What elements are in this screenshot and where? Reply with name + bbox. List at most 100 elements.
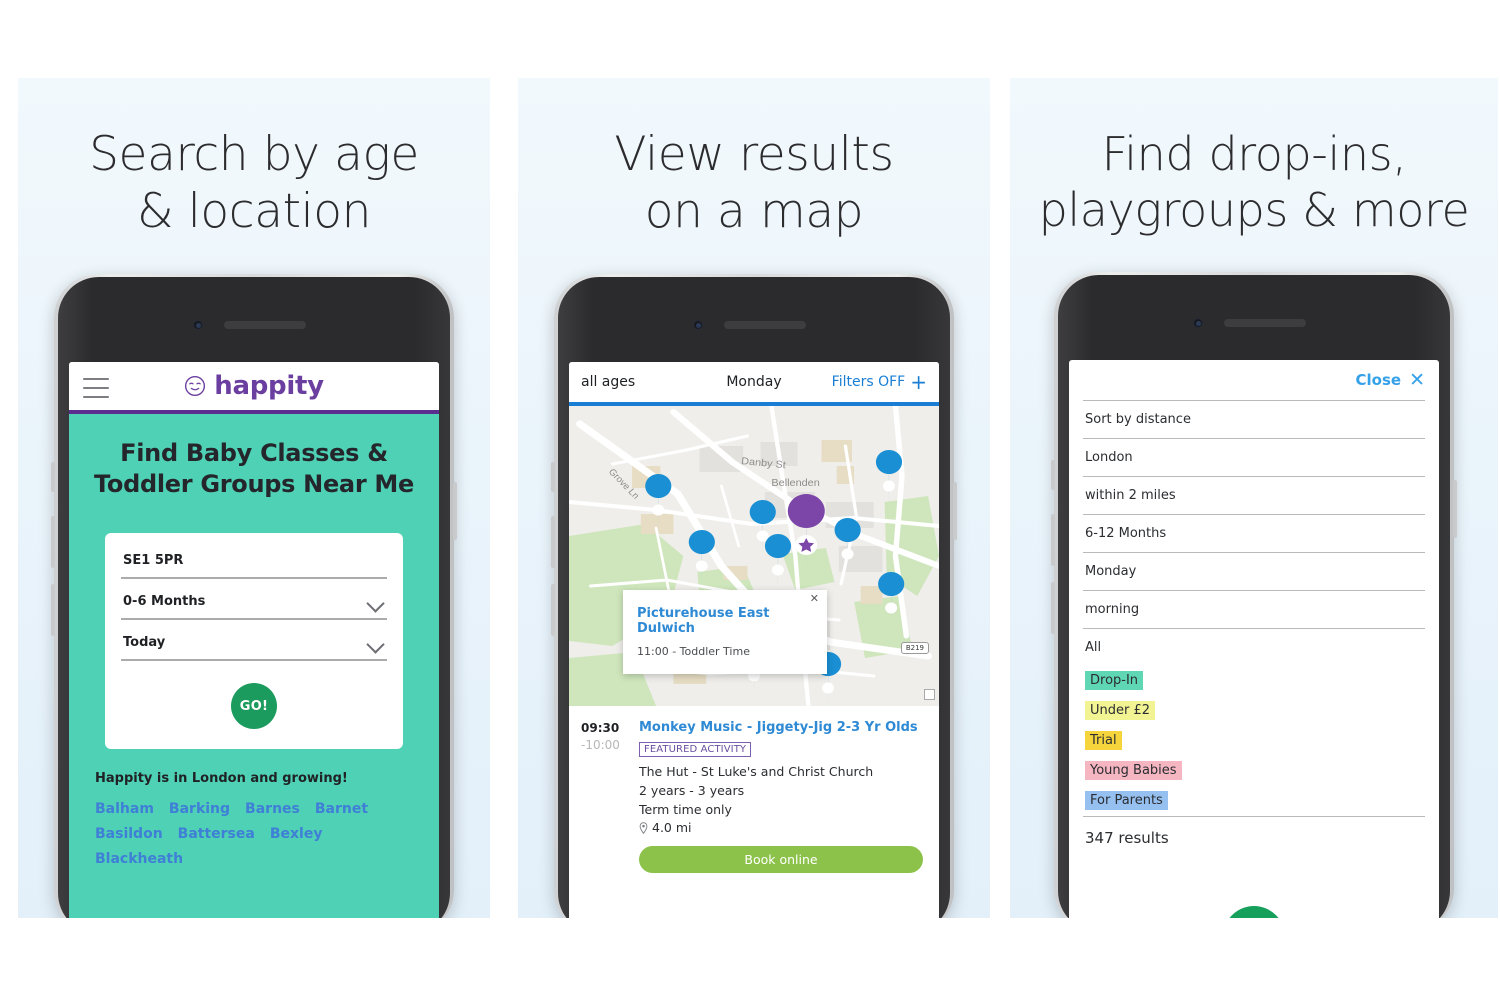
tab-all-ages[interactable]: all ages [581,374,696,390]
volume-up-button [51,516,55,568]
map-corner-control[interactable] [924,689,935,700]
phone-screen-home: happity Find Baby Classes & Toddler Grou… [69,362,439,918]
close-x-icon[interactable]: ✕ [810,594,819,605]
mute-switch [1051,460,1055,490]
floating-action-button[interactable] [1223,906,1285,918]
filter-tag-row[interactable]: For Parents [1083,786,1425,816]
volume-down-button [51,584,55,636]
panel-2-heading: View results on a map [614,127,894,240]
location-link[interactable]: Blackheath [95,849,183,870]
mute-switch [51,462,55,492]
hero-section: Find Baby Classes & Toddler Groups Near … [69,414,439,918]
map-pin-selected [787,494,825,570]
distance-value: 4.0 mi [652,820,692,835]
map-pin [878,572,905,626]
close-filters-button[interactable]: Close ✕ [1083,360,1425,400]
filter-row[interactable]: morning [1083,590,1425,628]
filter-row[interactable]: All [1083,628,1425,666]
phone-screen-map-results: all ages Monday Filters OFF + Grove Ln D… [569,362,939,918]
listing-title-link[interactable]: Monkey Music - Jiggety-Jig 2-3 Yr Olds [639,720,927,735]
filters-label: Filters OFF [831,374,906,390]
map-view[interactable]: Grove Ln Danby St Bellenden ✕ Picturehou… [569,406,939,706]
phone-mockup-2: all ages Monday Filters OFF + Grove Ln D… [551,274,957,918]
filter-row[interactable]: London [1083,438,1425,476]
phone-mockup-1: happity Find Baby Classes & Toddler Grou… [51,274,457,918]
listing-ages: 2 years - 3 years [639,783,745,798]
popup-title: Picturehouse East Dulwich [637,606,770,636]
filter-row[interactable]: within 2 miles [1083,476,1425,514]
volume-down-button [1051,582,1055,634]
filter-tag-row[interactable]: Under £2 [1083,696,1425,726]
filter-tag-row[interactable]: Trial [1083,726,1425,756]
listing-distance: 4.0 mi [639,820,927,835]
filter-tags-list: Drop-In Under £2 Trial Young Babies For Pare… [1083,666,1425,816]
chevron-down-icon [368,597,383,606]
day-value: Today [123,635,166,651]
filter-tag-row[interactable]: Young Babies [1083,756,1425,786]
volume-up-button [1051,514,1055,566]
app-store-screenshot-set: Search by age & location happity Find Ba… [0,0,1500,1000]
happity-baby-face-icon [184,375,206,397]
location-link[interactable]: Barnet [315,799,368,820]
hero-title: Find Baby Classes & Toddler Groups Near … [94,439,414,498]
age-value: 0-6 Months [123,594,206,610]
panel-1-heading: Search by age & location [89,127,419,240]
power-button [1453,480,1457,538]
chevron-down-icon [368,638,383,647]
happity-logo[interactable]: happity [184,371,324,401]
age-select-row[interactable]: 0-6 Months [121,588,387,621]
filter-row[interactable]: Sort by distance [1083,400,1425,438]
phone-screen-filters: Close ✕ Sort by distance London within 2 m… [1069,360,1439,918]
volume-down-button [551,584,555,636]
time-start: 09:30 [581,721,620,735]
earpiece-speaker [724,321,806,329]
filter-tag[interactable]: Under £2 [1085,701,1156,720]
filter-tag-row[interactable]: Drop-In [1083,666,1425,696]
filters-panel: Close ✕ Sort by distance London within 2 m… [1069,360,1439,918]
location-link[interactable]: Barnes [245,799,300,820]
map-pin-icon [639,821,648,834]
location-link[interactable]: Bexley [270,824,323,845]
location-links-list: Balham Barking Barnes Barnet Basildon Batters… [95,799,413,870]
go-button[interactable]: GO! [231,683,277,730]
app-top-bar: happity [69,362,439,414]
tab-filters[interactable]: Filters OFF + [812,372,927,392]
day-select-row[interactable]: Today [121,629,387,662]
book-online-button[interactable]: Book online [639,846,923,873]
filter-row[interactable]: Monday [1083,552,1425,590]
panel-view-results-on-map: View results on a map all ages Monday Fi… [518,78,990,918]
hamburger-menu-icon[interactable] [83,378,109,398]
postcode-input-row[interactable]: SE1 5PR [121,547,387,580]
front-camera-icon [193,320,203,330]
location-link[interactable]: Basildon [95,824,163,845]
filter-rows-list: Sort by distance London within 2 miles 6-12… [1083,400,1425,666]
filter-tag[interactable]: For Parents [1085,791,1168,810]
listing-venue: The Hut - St Luke's and Christ Church [639,764,874,779]
filter-tag[interactable]: Drop-In [1085,671,1144,690]
front-camera-icon [1193,318,1203,328]
close-label: Close [1355,371,1402,389]
filter-tab-bar: all ages Monday Filters OFF + [569,362,939,406]
listing-time: 09:30 -10:00 [581,720,629,873]
close-x-icon: ✕ [1409,368,1425,391]
front-camera-icon [693,320,703,330]
listing-term: Term time only [639,802,732,817]
panel-search-by-age: Search by age & location happity Find Ba… [18,78,490,918]
filter-row[interactable]: 6-12 Months [1083,514,1425,552]
power-button [953,482,957,540]
panel-find-drop-ins: Find drop-ins, playgroups & more Close ✕… [1010,78,1498,918]
tab-day[interactable]: Monday [696,374,811,390]
location-link[interactable]: Battersea [178,824,255,845]
filter-tag[interactable]: Trial [1085,731,1122,750]
power-button [453,482,457,540]
map-pin [645,474,672,528]
map-popup-callout[interactable]: ✕ Picturehouse East Dulwich 11:00 - Todd… [623,590,827,674]
plus-icon: + [910,370,927,394]
featured-activity-badge: FEATURED ACTIVITY [639,742,752,757]
location-link[interactable]: Balham [95,799,154,820]
location-link[interactable]: Barking [169,799,230,820]
activity-listing-row: 09:30 -10:00 Monkey Music - Jiggety-Jig … [569,706,939,873]
filter-tag[interactable]: Young Babies [1085,761,1182,780]
postcode-value: SE1 5PR [123,553,184,569]
listing-details: Monkey Music - Jiggety-Jig 2-3 Yr Olds F… [639,720,927,873]
